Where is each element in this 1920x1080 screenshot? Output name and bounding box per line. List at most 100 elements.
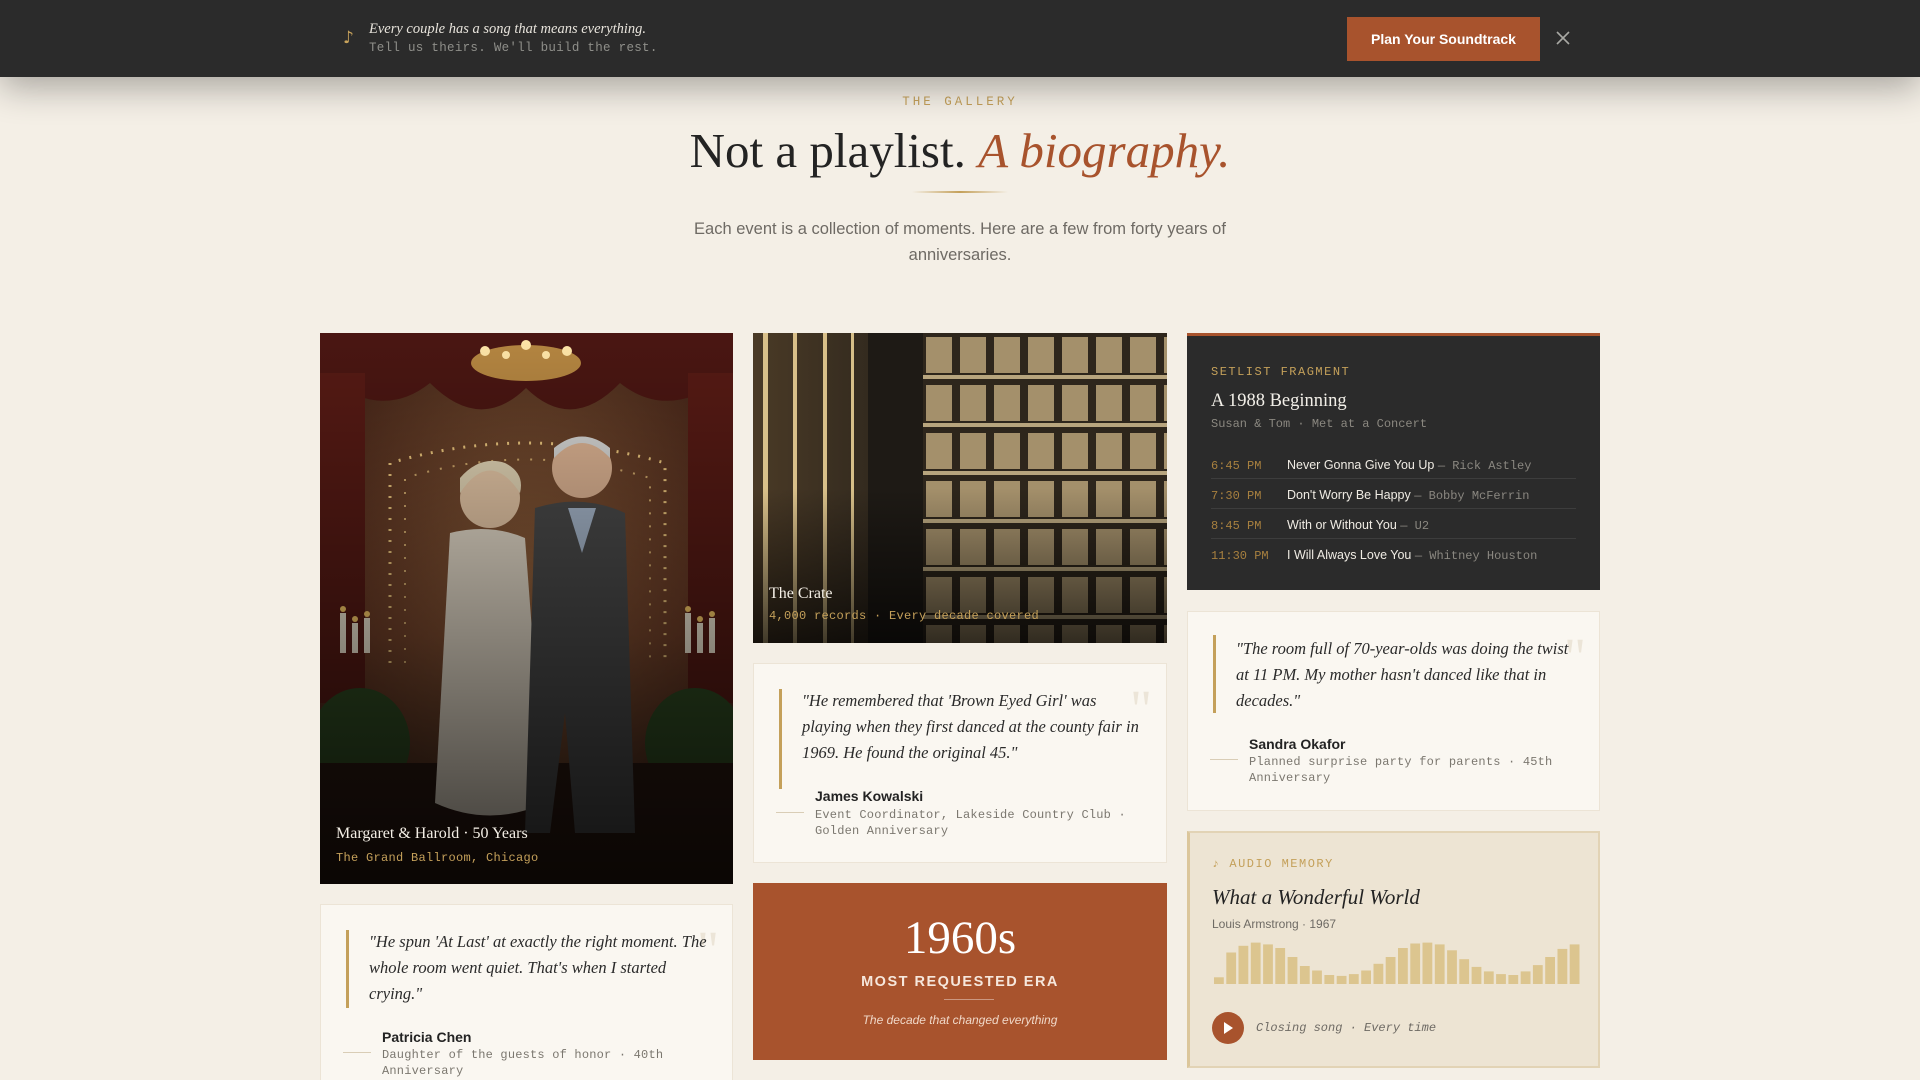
song-artist: — Bobby McFerrin	[1414, 489, 1530, 503]
waveform-bar	[1532, 965, 1543, 984]
quote-accent-bar	[346, 930, 349, 1008]
photo-caption-location: The Grand Ballroom, Chicago	[336, 851, 539, 865]
waveform-bar	[1250, 942, 1261, 984]
attribution-dash	[776, 812, 804, 813]
setlist-song: Don't Worry Be Happy — Bobby McFerrin	[1287, 488, 1529, 503]
waveform-bar	[1312, 970, 1322, 984]
waveform-bar	[1214, 977, 1224, 984]
song-title: Don't Worry Be Happy	[1287, 488, 1411, 502]
plan-soundtrack-button[interactable]: Plan Your Soundtrack	[1347, 17, 1540, 61]
song-title: I Will Always Love You	[1287, 548, 1412, 562]
audio-memory-card: ♪ AUDIO MEMORY What a Wonderful World Lo…	[1187, 831, 1600, 1068]
photo-card-anniversary[interactable]: Margaret & Harold · 50 Years The Grand B…	[320, 333, 733, 884]
testimonial-author: Sandra Okafor	[1249, 736, 1346, 752]
setlist-song: I Will Always Love You — Whitney Houston	[1287, 548, 1537, 563]
waveform-bar	[1238, 945, 1249, 984]
testimonial-role: Planned surprise party for parents · 45t…	[1249, 755, 1553, 785]
banner-subline: Tell us theirs. We'll build the rest.	[369, 41, 658, 55]
music-note-icon: ♪	[343, 28, 354, 48]
testimonial-card: " "He remembered that 'Brown Eyed Girl' …	[753, 663, 1167, 863]
photo-card-crate[interactable]: The Crate 4,000 records · Every decade c…	[753, 333, 1167, 643]
waveform-bar	[1422, 942, 1433, 984]
waveform-bar	[1545, 957, 1555, 984]
banner-headline: Every couple has a song that means every…	[369, 21, 647, 37]
photo-caption-title: Margaret & Harold · 50 Years	[336, 825, 528, 842]
waveform-bar	[1459, 959, 1470, 984]
waveform-bar	[1226, 952, 1237, 984]
waveform-bar	[1447, 950, 1457, 984]
stat-divider	[944, 999, 994, 1000]
photo-caption-detail: 4,000 records · Every decade covered	[769, 609, 1040, 623]
testimonial-role: Daughter of the guests of honor · 40th A…	[382, 1048, 664, 1078]
waveform-bar	[1434, 944, 1445, 984]
play-button[interactable]	[1212, 1012, 1244, 1044]
setlist-song: Never Gonna Give You Up — Rick Astley	[1287, 458, 1531, 473]
waveform-bar	[1275, 948, 1286, 984]
setlist-row: 6:45 PM Never Gonna Give You Up — Rick A…	[1211, 449, 1576, 479]
waveform-bar	[1508, 975, 1519, 984]
testimonial-role: Event Coordinator, Lakeside Country Club…	[815, 808, 1126, 838]
waveform-bar	[1398, 948, 1408, 984]
testimonial-card: " "He spun 'At Last' at exactly the righ…	[320, 904, 733, 1080]
audio-song-title: What a Wonderful World	[1212, 885, 1420, 909]
testimonial-author: James Kowalski	[815, 788, 924, 804]
testimonial-quote: "He remembered that 'Brown Eyed Girl' wa…	[802, 691, 1139, 762]
stat-tagline: The decade that changed everything	[862, 1013, 1058, 1027]
waveform-bar	[1520, 971, 1531, 984]
setlist-time: 6:45 PM	[1211, 459, 1262, 473]
waveform-bar	[1348, 974, 1359, 984]
audio-artist: Louis Armstrong · 1967	[1212, 917, 1337, 931]
setlist-time: 7:30 PM	[1211, 489, 1262, 503]
couple-dancing-image	[320, 333, 733, 884]
page-title: Not a playlist. A biography.	[0, 122, 1920, 179]
setlist-subtitle: Susan & Tom · Met at a Concert	[1211, 417, 1428, 431]
waveform-bar	[1483, 971, 1494, 984]
audio-waveform[interactable]	[1214, 939, 1582, 984]
waveform-bar	[1496, 974, 1506, 984]
setlist-row: 11:30 PM I Will Always Love You — Whitne…	[1211, 539, 1576, 569]
section-eyebrow: THE GALLERY	[902, 95, 1018, 109]
song-artist: — Rick Astley	[1437, 459, 1532, 473]
waveform-bar	[1287, 957, 1298, 984]
title-accent: A biography.	[978, 123, 1231, 178]
testimonial-quote: "The room full of 70-year-olds was doing…	[1236, 639, 1569, 710]
song-title: Never Gonna Give You Up	[1287, 458, 1435, 472]
waveform-bar	[1373, 963, 1384, 984]
testimonial-quote: "He spun 'At Last' at exactly the right …	[369, 932, 707, 1003]
audio-label: ♪ AUDIO MEMORY	[1212, 857, 1334, 871]
waveform-bar	[1263, 944, 1273, 984]
photo-caption-title: The Crate	[769, 585, 833, 602]
title-plain: Not a playlist.	[689, 123, 966, 178]
waveform-bar	[1361, 970, 1371, 984]
play-icon	[1224, 1022, 1233, 1034]
setlist-row: 8:45 PM With or Without You — U2	[1211, 509, 1576, 539]
setlist-row: 7:30 PM Don't Worry Be Happy — Bobby McF…	[1211, 479, 1576, 509]
testimonial-card: " "The room full of 70-year-olds was doi…	[1187, 611, 1600, 811]
waveform-bar	[1385, 957, 1396, 984]
setlist-label: SETLIST FRAGMENT	[1211, 365, 1351, 379]
waveform-bar	[1410, 943, 1421, 984]
quote-accent-bar	[1213, 635, 1216, 713]
stat-label: MOST REQUESTED ERA	[861, 974, 1059, 990]
attribution-dash	[343, 1052, 371, 1053]
testimonial-author: Patricia Chen	[382, 1029, 472, 1045]
stat-card-era: 1960s MOST REQUESTED ERA The decade that…	[753, 883, 1167, 1060]
waveform-bar	[1336, 975, 1347, 984]
song-artist: — U2	[1400, 519, 1430, 533]
waveform-bar	[1557, 948, 1568, 984]
title-divider	[912, 191, 1008, 193]
audio-note: Closing song · Every time	[1256, 1021, 1437, 1035]
song-title: With or Without You	[1287, 518, 1397, 532]
setlist-title: A 1988 Beginning	[1211, 391, 1347, 411]
close-icon[interactable]	[1553, 28, 1573, 48]
song-artist: — Whitney Houston	[1414, 549, 1538, 563]
waveform-bar	[1569, 944, 1580, 984]
page-subtitle: Each event is a collection of moments. H…	[694, 220, 1226, 264]
attribution-dash	[1210, 759, 1238, 760]
stat-value: 1960s	[903, 912, 1017, 964]
setlist-time: 8:45 PM	[1211, 519, 1262, 533]
promo-banner: ♪ Every couple has a song that means eve…	[0, 0, 1920, 77]
waveform-bar	[1471, 966, 1482, 984]
waveform-bar	[1324, 975, 1335, 984]
quote-accent-bar	[779, 689, 782, 789]
